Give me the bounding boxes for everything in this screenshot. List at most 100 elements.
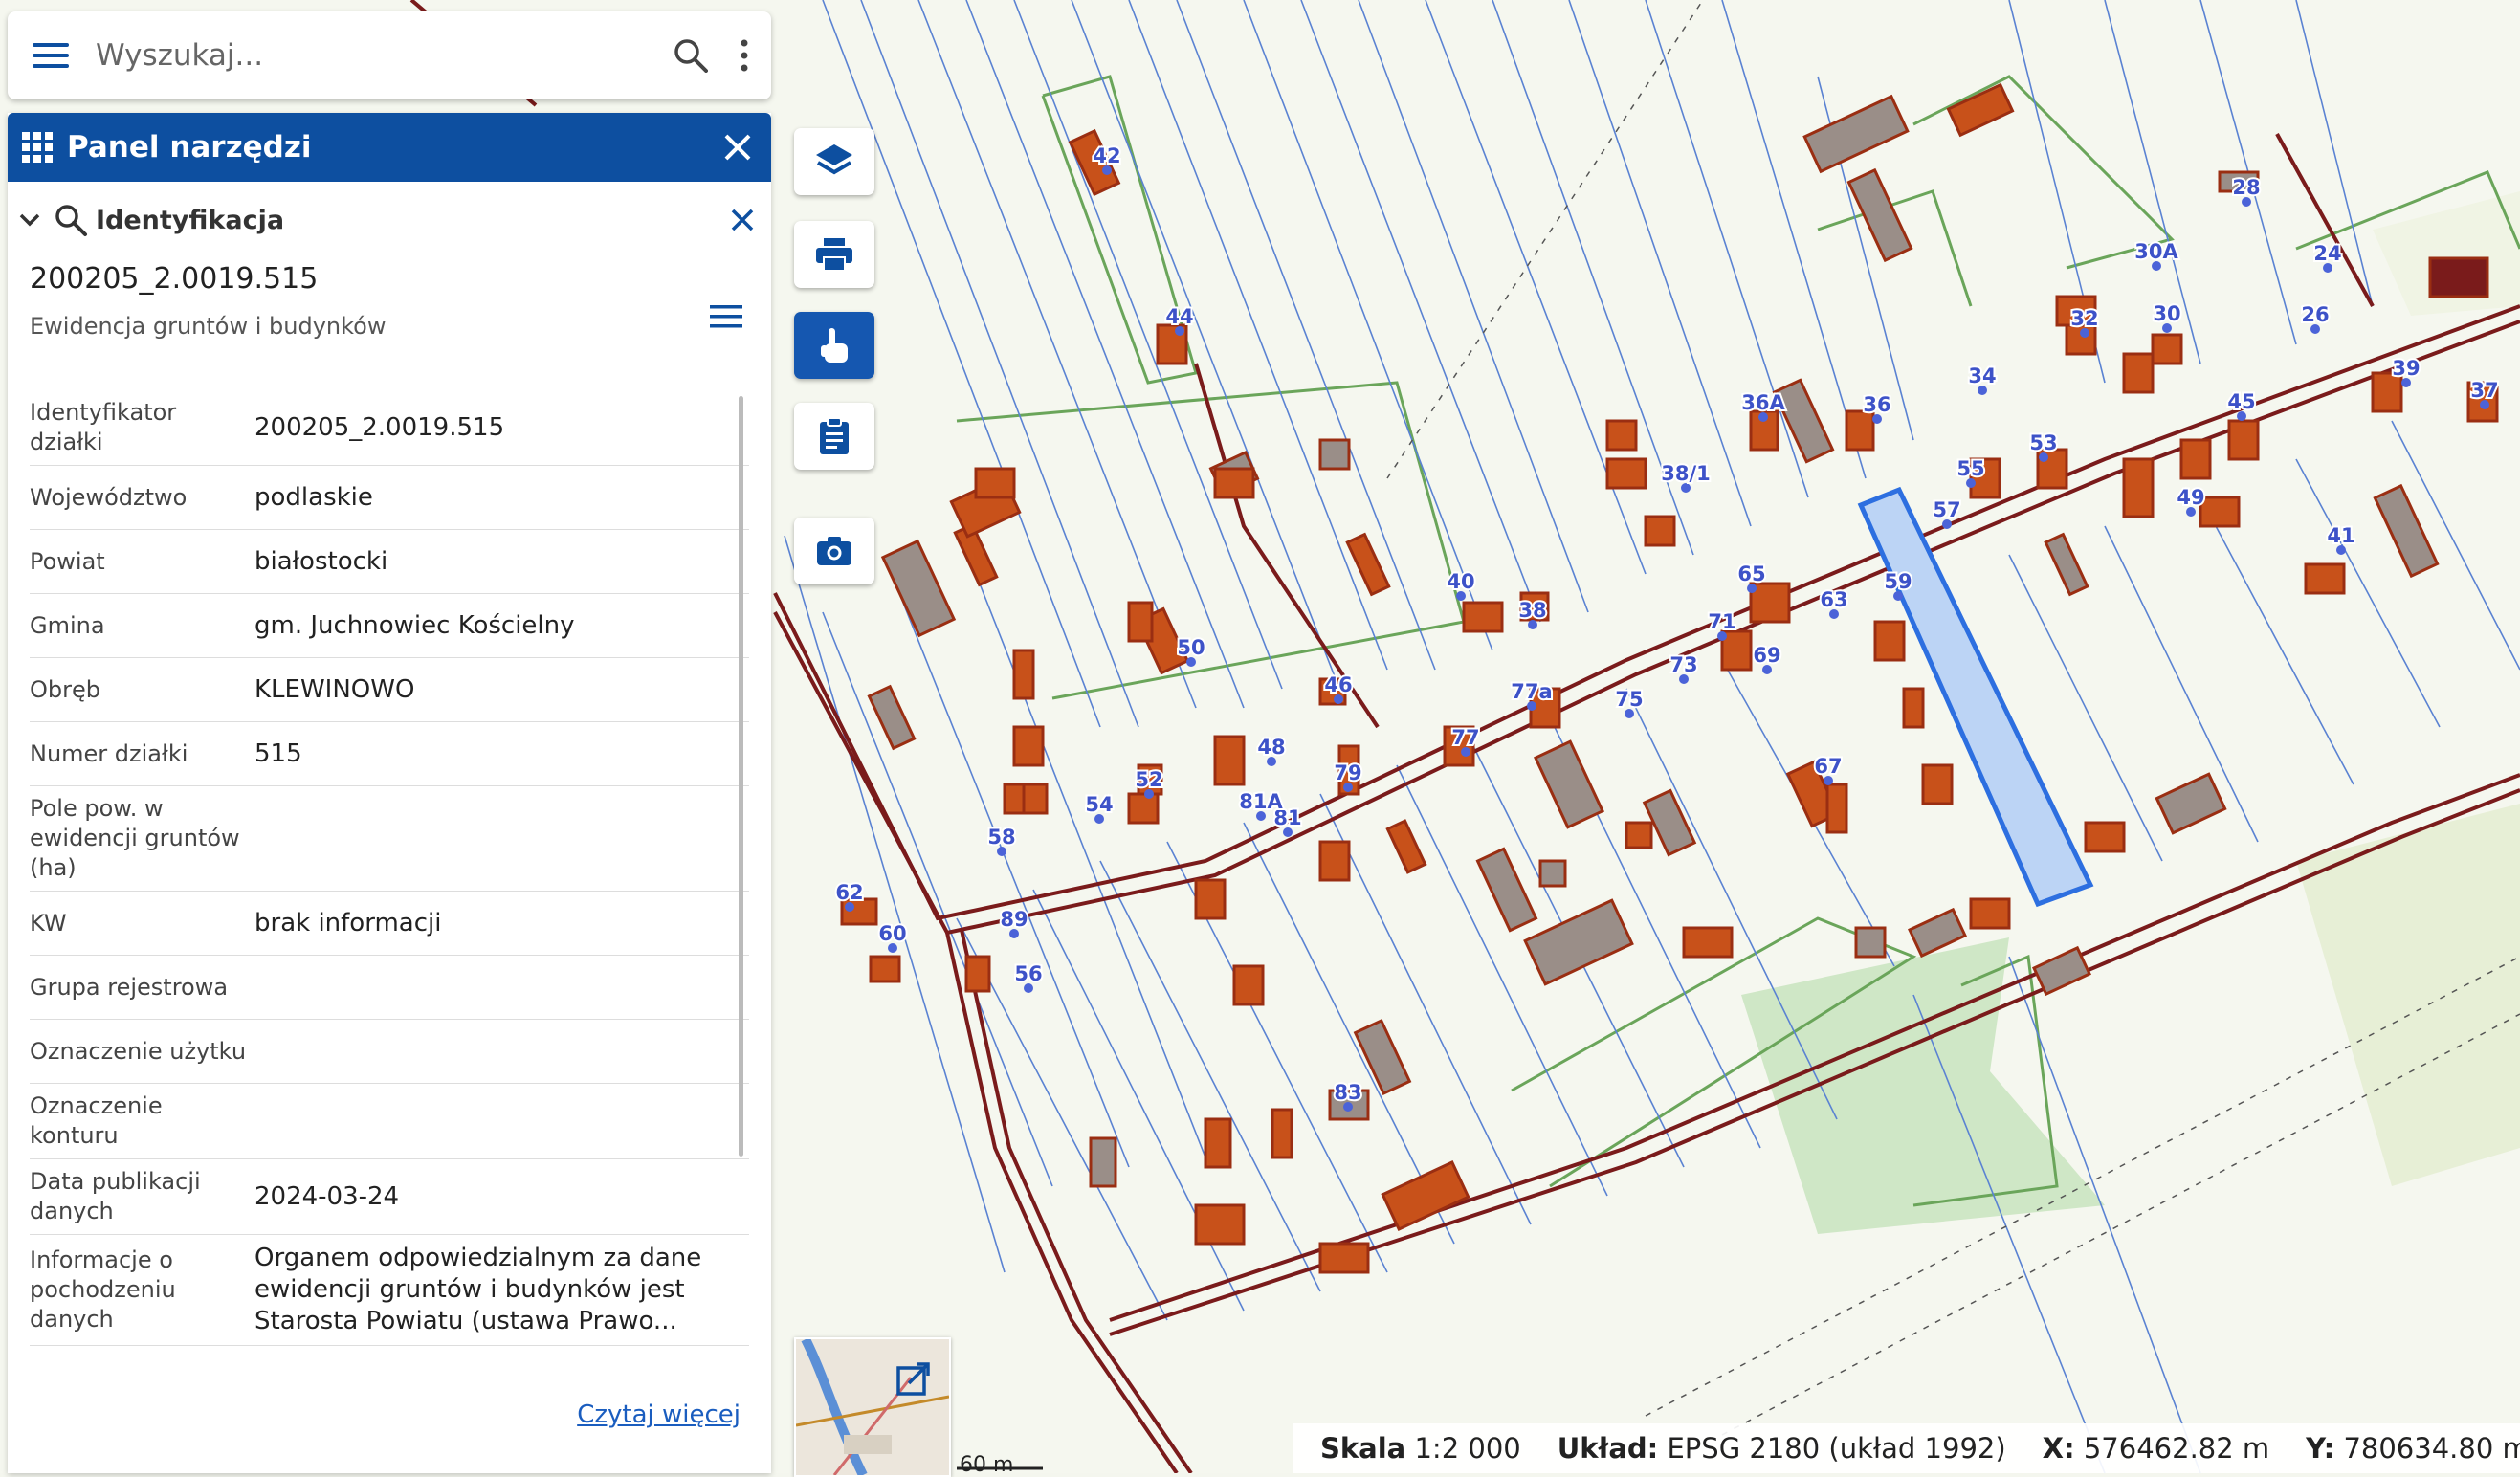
attribute-row: Obręb KLEWINOWO — [30, 658, 749, 722]
close-tools-panel-button[interactable] — [704, 113, 771, 182]
house-number-label: 24 — [2313, 242, 2341, 265]
house-number-label: 37 — [2470, 379, 2498, 402]
list-menu-icon — [710, 305, 742, 328]
house-number-label: 39 — [2392, 357, 2420, 380]
attribute-row: Pole pow. w ewidencji gruntów (ha) — [30, 786, 749, 892]
attribute-key: Powiat — [30, 547, 105, 575]
attribute-row: KW brak informacji — [30, 892, 749, 956]
attribute-value: KLEWINOWO — [254, 674, 415, 704]
attribute-row: Numer działki 515 — [30, 722, 749, 786]
attribute-key: Województwo — [30, 483, 188, 511]
tools-panel: Panel narzędzi Identyfikacja 200205_2.00… — [8, 113, 771, 1473]
main-menu-button[interactable] — [8, 11, 94, 99]
attribute-key: Identyfikator działki — [30, 399, 177, 455]
print-button[interactable] — [794, 221, 874, 288]
house-number-label: 81A — [1239, 790, 1283, 813]
attribute-value: Organem odpowiedzialnym za dane ewidencj… — [254, 1244, 702, 1335]
identification-section-header[interactable]: Identyfikacja — [8, 182, 771, 258]
crs-label: Układ: — [1557, 1432, 1659, 1465]
identify-tool-button[interactable] — [794, 312, 874, 379]
attribute-row: Identyfikator działki 200205_2.0019.515 — [30, 390, 749, 466]
house-number-label: 36A — [1741, 391, 1785, 414]
house-number-label: 53 — [2029, 431, 2057, 454]
house-number-label: 79 — [1334, 761, 1361, 784]
search-icon — [674, 39, 708, 73]
attribute-value — [254, 1044, 749, 1059]
attribute-key: Pole pow. w ewidencji gruntów (ha) — [30, 795, 240, 881]
y-coord-label: Y: — [2306, 1432, 2335, 1465]
printer-icon — [816, 238, 852, 272]
notes-button[interactable] — [794, 403, 874, 470]
expand-minimap-button[interactable] — [895, 1360, 932, 1400]
search-button[interactable] — [664, 11, 718, 99]
identification-label: Identyfikacja — [96, 205, 285, 235]
scale-value[interactable]: 1:2 000 — [1414, 1432, 1520, 1465]
house-number-label: 54 — [1085, 793, 1113, 816]
attribute-row: Informacje o pochodzeniu danych Organem o… — [30, 1235, 749, 1346]
house-number-label: 63 — [1820, 588, 1847, 611]
house-number-label: 28 — [2232, 176, 2260, 199]
house-number-label: 62 — [835, 881, 863, 904]
house-number-label: 38 — [1518, 599, 1546, 622]
close-icon — [731, 209, 754, 231]
house-number-label: 60 — [878, 922, 906, 945]
house-number-label: 55 — [1956, 457, 1984, 480]
house-number-label: 77 — [1451, 726, 1479, 749]
scale-bar-label: 60 m — [960, 1453, 1013, 1473]
parcel-id-heading: 200205_2.0019.515 — [30, 262, 319, 296]
attribute-row: Województwo podlaskie — [30, 466, 749, 530]
search-bar — [8, 11, 771, 99]
house-number-label: 52 — [1135, 768, 1162, 791]
close-identification-button[interactable] — [714, 209, 771, 231]
attribute-value: brak informacji — [254, 908, 442, 937]
y-coord-value: 780634.80 m — [2343, 1432, 2520, 1465]
x-coord-value: 576462.82 m — [2083, 1432, 2270, 1465]
attribute-row: Oznaczenie użytku — [30, 1020, 749, 1084]
attribute-key: Oznaczenie użytku — [30, 1037, 247, 1065]
house-number-label: 77a — [1511, 680, 1552, 703]
attribute-value: 2024-03-24 — [254, 1181, 400, 1211]
house-number-label: 49 — [2177, 486, 2204, 509]
attribute-value — [254, 980, 749, 995]
attribute-value: 200205_2.0019.515 — [254, 412, 505, 442]
house-number-label: 56 — [1014, 962, 1042, 985]
house-number-label: 46 — [1324, 673, 1352, 696]
attribute-value: 515 — [254, 738, 302, 768]
attribute-key: Data publikacji danych — [30, 1168, 201, 1224]
layers-button[interactable] — [794, 128, 874, 195]
overview-minimap[interactable] — [794, 1337, 951, 1477]
attribute-key: Grupa rejestrowa — [30, 973, 229, 1001]
house-number-label: 83 — [1334, 1081, 1361, 1104]
attribute-value: podlaskie — [254, 482, 373, 512]
layers-icon — [816, 144, 852, 175]
attribute-row: Powiat białostocki — [30, 530, 749, 594]
attribute-row: Data publikacji danych 2024-03-24 — [30, 1159, 749, 1235]
screenshot-button[interactable] — [794, 518, 874, 584]
house-number-label: 34 — [1968, 364, 1996, 387]
attribute-row: Oznaczenie konturu — [30, 1084, 749, 1159]
result-menu-button[interactable] — [710, 304, 742, 333]
house-number-label: 58 — [987, 826, 1015, 849]
camera-icon — [817, 537, 851, 565]
search-input[interactable] — [94, 37, 664, 74]
chevron-down-icon — [19, 213, 40, 227]
read-more-link[interactable]: Czytaj więcej — [577, 1400, 741, 1429]
house-number-label: 36 — [1863, 393, 1890, 416]
more-vertical-icon — [741, 39, 748, 72]
more-options-button[interactable] — [718, 11, 771, 99]
house-number-label: 71 — [1708, 610, 1735, 633]
attribute-key: KW — [30, 909, 67, 937]
scrollbar[interactable] — [739, 396, 743, 1157]
house-number-label: 41 — [2327, 524, 2354, 547]
house-number-label: 57 — [1933, 498, 1960, 521]
attribute-value: gm. Juchnowiec Kościelny — [254, 610, 575, 640]
apps-grid-icon — [22, 132, 53, 163]
close-icon — [724, 134, 751, 161]
parcel-source-label: Ewidencja gruntów i budynków — [30, 313, 387, 340]
house-number-label: 32 — [2070, 307, 2098, 330]
crs-value[interactable]: EPSG 2180 (układ 1992) — [1667, 1432, 2005, 1465]
hamburger-icon — [33, 43, 69, 68]
house-number-label: 89 — [1000, 908, 1028, 931]
house-number-label: 69 — [1753, 644, 1780, 667]
attribute-value: białostocki — [254, 546, 388, 576]
